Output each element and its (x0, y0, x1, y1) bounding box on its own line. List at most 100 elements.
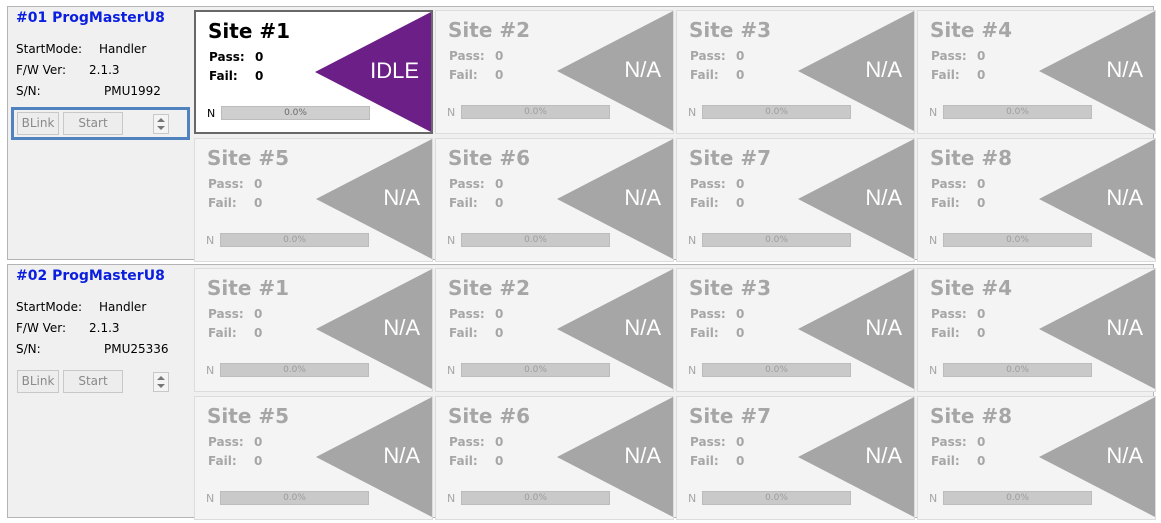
site-tile[interactable]: N/A Site #8 Pass: 0 Fail: 0 N 0.0% (917, 138, 1156, 262)
site-tile[interactable]: N/A Site #6 Pass: 0 Fail: 0 N 0.0% (435, 138, 674, 262)
progress-letter: N (929, 364, 938, 377)
progress-text: 0.0% (524, 107, 547, 117)
pass-label: Pass: (690, 49, 726, 63)
spin-control[interactable] (153, 372, 169, 392)
progress-letter: N (688, 106, 697, 119)
fail-count: 0 (977, 196, 986, 210)
pass-count: 0 (254, 435, 263, 449)
status-label: N/A (1106, 57, 1143, 82)
pass-label: Pass: (931, 435, 967, 449)
pass-count-row: Pass: 0 (449, 307, 503, 321)
start-mode-value: Handler (99, 42, 147, 56)
programmer-info: #02 ProgMasterU8 StartMode: Handler F/W … (8, 265, 194, 517)
progress-bar: 0.0% (461, 105, 610, 119)
fail-label: Fail: (931, 326, 960, 340)
site-tile[interactable]: IDLE Site #1 Pass: 0 Fail: 0 N 0.0% (194, 10, 433, 134)
fail-count: 0 (495, 68, 504, 82)
status-label: N/A (624, 57, 661, 82)
site-title: Site #4 (930, 18, 1013, 42)
fail-count-row: Fail: 0 (208, 196, 262, 210)
firmware-label: F/W Ver: (16, 63, 67, 77)
site-tile[interactable]: N/A Site #2 Pass: 0 Fail: 0 N 0.0% (435, 268, 674, 392)
fail-count: 0 (495, 326, 504, 340)
site-tile[interactable]: N/A Site #4 Pass: 0 Fail: 0 N 0.0% (917, 10, 1156, 134)
fail-label: Fail: (449, 454, 478, 468)
progress-bar: 0.0% (943, 491, 1092, 505)
pass-label: Pass: (449, 307, 485, 321)
status-label: N/A (865, 185, 902, 210)
status-label: N/A (1106, 315, 1143, 340)
pass-label: Pass: (209, 50, 245, 64)
programmer-info: #01 ProgMasterU8 StartMode: Handler F/W … (8, 7, 194, 259)
site-tile[interactable]: N/A Site #5 Pass: 0 Fail: 0 N 0.0% (194, 138, 433, 262)
progress-letter: N (447, 106, 456, 119)
pass-count-row: Pass: 0 (690, 435, 744, 449)
progress-bar: 0.0% (943, 363, 1092, 377)
pass-count: 0 (736, 435, 745, 449)
pass-count-row: Pass: 0 (449, 435, 503, 449)
pass-count: 0 (495, 49, 504, 63)
progress-bar: 0.0% (461, 363, 610, 377)
progress-bar: 0.0% (220, 491, 369, 505)
fail-count-row: Fail: 0 (931, 454, 985, 468)
spin-down-icon[interactable] (157, 384, 165, 388)
site-tile[interactable]: N/A Site #7 Pass: 0 Fail: 0 N 0.0% (676, 138, 915, 262)
pass-count-row: Pass: 0 (208, 177, 262, 191)
fail-count-row: Fail: 0 (449, 454, 503, 468)
site-tile[interactable]: N/A Site #7 Pass: 0 Fail: 0 N 0.0% (676, 396, 915, 520)
site-tile[interactable]: N/A Site #8 Pass: 0 Fail: 0 N 0.0% (917, 396, 1156, 520)
fail-count: 0 (977, 68, 986, 82)
pass-count-row: Pass: 0 (931, 435, 985, 449)
start-button[interactable]: Start (63, 370, 123, 393)
progress-letter: N (206, 492, 215, 505)
fail-label: Fail: (931, 196, 960, 210)
pass-count: 0 (977, 177, 986, 191)
progress-letter: N (447, 234, 456, 247)
progress-text: 0.0% (524, 365, 547, 375)
status-label: N/A (865, 57, 902, 82)
pass-count-row: Pass: 0 (449, 49, 503, 63)
progress-letter: N (929, 492, 938, 505)
site-tile[interactable]: N/A Site #1 Pass: 0 Fail: 0 N 0.0% (194, 268, 433, 392)
spin-up-icon[interactable] (157, 376, 165, 380)
pass-count: 0 (977, 307, 986, 321)
site-tile[interactable]: N/A Site #5 Pass: 0 Fail: 0 N 0.0% (194, 396, 433, 520)
pass-count: 0 (495, 435, 504, 449)
site-title: Site #6 (448, 404, 531, 428)
progress-bar: 0.0% (702, 363, 851, 377)
fail-count: 0 (254, 326, 263, 340)
pass-label: Pass: (208, 435, 244, 449)
progress-bar: 0.0% (943, 233, 1092, 247)
programmer-title: #02 ProgMasterU8 (16, 268, 165, 284)
fail-label: Fail: (931, 68, 960, 82)
site-title: Site #6 (448, 146, 531, 170)
progress-bar: 0.0% (702, 491, 851, 505)
pass-label: Pass: (449, 435, 485, 449)
pass-count: 0 (977, 49, 986, 63)
progress-text: 0.0% (765, 365, 788, 375)
fail-count-row: Fail: 0 (690, 196, 744, 210)
site-title: Site #3 (689, 18, 772, 42)
fail-label: Fail: (208, 196, 237, 210)
pass-count-row: Pass: 0 (208, 435, 262, 449)
pass-count: 0 (736, 49, 745, 63)
fail-count-row: Fail: 0 (208, 326, 262, 340)
fail-count-row: Fail: 0 (690, 326, 744, 340)
pass-count-row: Pass: 0 (690, 49, 744, 63)
serial-label: S/N: (16, 342, 41, 356)
site-title: Site #1 (208, 19, 291, 43)
fail-label: Fail: (449, 68, 478, 82)
fail-count-row: Fail: 0 (931, 326, 985, 340)
site-tile[interactable]: N/A Site #3 Pass: 0 Fail: 0 N 0.0% (676, 10, 915, 134)
site-tile[interactable]: N/A Site #6 Pass: 0 Fail: 0 N 0.0% (435, 396, 674, 520)
pass-count: 0 (495, 307, 504, 321)
fail-count: 0 (254, 454, 263, 468)
progress-bar: 0.0% (943, 105, 1092, 119)
fail-count: 0 (736, 326, 745, 340)
site-tile[interactable]: N/A Site #4 Pass: 0 Fail: 0 N 0.0% (917, 268, 1156, 392)
blink-button[interactable]: BLink (17, 370, 59, 393)
site-tile[interactable]: N/A Site #3 Pass: 0 Fail: 0 N 0.0% (676, 268, 915, 392)
pass-count-row: Pass: 0 (208, 307, 262, 321)
pass-label: Pass: (449, 49, 485, 63)
site-tile[interactable]: N/A Site #2 Pass: 0 Fail: 0 N 0.0% (435, 10, 674, 134)
